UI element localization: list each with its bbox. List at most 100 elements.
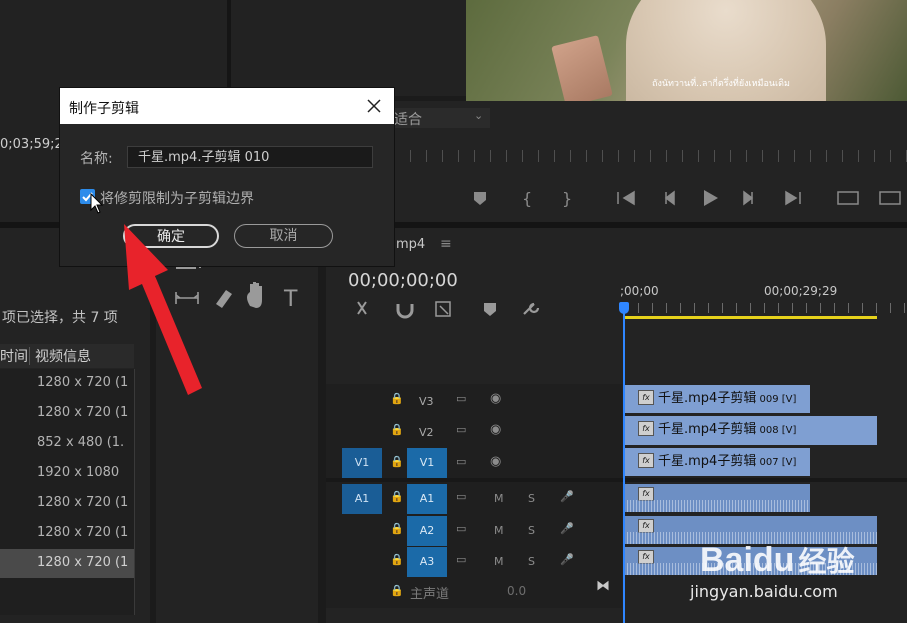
table-row-selected[interactable]: 1280 x 720 (1 bbox=[0, 549, 134, 578]
track-sync-icon[interactable]: ▭ bbox=[456, 553, 466, 566]
track-lock-icon[interactable]: 🔒 bbox=[390, 455, 404, 468]
track-lock-icon[interactable]: 🔒 bbox=[390, 522, 404, 535]
track-sync-icon[interactable]: ▭ bbox=[456, 392, 466, 405]
track-lock-icon[interactable]: 🔒 bbox=[390, 490, 404, 503]
mute-button[interactable]: M bbox=[494, 524, 504, 537]
clip-suffix: 008 [V] bbox=[756, 425, 797, 436]
playhead-line[interactable] bbox=[623, 302, 625, 623]
clip-suffix: 007 [V] bbox=[756, 457, 797, 468]
table-row[interactable]: 852 x 480 (1. bbox=[0, 429, 134, 458]
timeline-ruler-ticks[interactable] bbox=[624, 303, 907, 313]
fit-dropdown[interactable]: 适合 ⌄ bbox=[394, 108, 490, 128]
sequence-tab[interactable]: mp4 bbox=[396, 237, 425, 252]
clip-label: 千星.mp4子剪辑 008 [V] bbox=[658, 418, 796, 437]
work-area-bar[interactable] bbox=[624, 316, 877, 319]
table-cell-video-info: 1280 x 720 (1 bbox=[37, 555, 129, 570]
video-clip-v3[interactable]: fx 千星.mp4子剪辑 009 [V] bbox=[624, 385, 810, 413]
master-track-label: 主声道 bbox=[410, 587, 450, 602]
program-transport-bar: { } bbox=[474, 189, 901, 208]
track-name-v3[interactable]: V3 bbox=[419, 395, 434, 408]
clip-label: 千星.mp4子剪辑 009 [V] bbox=[658, 387, 796, 406]
track-sync-icon[interactable]: ▭ bbox=[456, 423, 466, 436]
eye-icon[interactable]: ◉ bbox=[490, 422, 501, 437]
playhead-handle[interactable] bbox=[619, 302, 629, 314]
microphone-icon[interactable]: 🎤 bbox=[560, 490, 574, 503]
fx-badge-icon: fx bbox=[638, 421, 654, 436]
program-ruler[interactable] bbox=[394, 150, 907, 162]
track-name-v2[interactable]: V2 bbox=[419, 426, 434, 439]
track-divider-line bbox=[326, 478, 907, 482]
track-target-a1[interactable]: A1 bbox=[407, 484, 447, 514]
master-track-value[interactable]: 0.0 bbox=[507, 584, 526, 598]
eye-icon[interactable]: ◉ bbox=[490, 391, 501, 406]
audio-waveform bbox=[624, 500, 810, 512]
nest-icon bbox=[357, 301, 367, 315]
audio-clip-a1[interactable]: fx bbox=[624, 484, 810, 512]
track-target-v1[interactable]: V1 bbox=[407, 448, 447, 478]
table-cell-video-info: 1280 x 720 (1 bbox=[37, 525, 129, 540]
pen-tool-icon bbox=[216, 290, 232, 308]
project-selection-status: 项已选择，共 7 项 bbox=[2, 310, 118, 326]
clip-name: 千星.mp4子剪辑 bbox=[658, 422, 757, 437]
timeline-timecode[interactable]: 00;00;00;00 bbox=[348, 270, 458, 291]
track-lock-icon[interactable]: 🔒 bbox=[390, 392, 404, 405]
microphone-icon[interactable]: 🎤 bbox=[560, 553, 574, 566]
table-row[interactable]: 1280 x 720 (1 bbox=[0, 519, 134, 548]
track-lock-icon[interactable]: 🔒 bbox=[390, 584, 404, 597]
go-to-in-icon bbox=[617, 190, 635, 206]
play-icon bbox=[704, 190, 718, 206]
go-to-end-icon[interactable]: ⧓ bbox=[596, 578, 610, 594]
table-row[interactable]: 1280 x 720 (1 bbox=[0, 399, 134, 428]
track-lock-icon[interactable]: 🔒 bbox=[390, 553, 404, 566]
annotation-arrow-icon bbox=[124, 224, 202, 395]
track-lock-icon[interactable]: 🔒 bbox=[390, 423, 404, 436]
solo-button[interactable]: S bbox=[528, 524, 535, 537]
step-forward-icon bbox=[743, 190, 754, 206]
table-row[interactable]: 1280 x 720 (1 bbox=[0, 489, 134, 518]
panel-upper-mid bbox=[231, 0, 466, 96]
mute-button[interactable]: M bbox=[494, 555, 504, 568]
mute-button[interactable]: M bbox=[494, 492, 504, 505]
snap-icon bbox=[396, 304, 414, 319]
header-divider bbox=[29, 347, 30, 365]
watermark-url: jingyan.baidu.com bbox=[690, 582, 838, 601]
solo-button[interactable]: S bbox=[528, 492, 535, 505]
step-back-icon bbox=[664, 190, 675, 206]
table-row[interactable]: 1920 x 1080 bbox=[0, 459, 134, 488]
solo-button[interactable]: S bbox=[528, 555, 535, 568]
mark-in-icon: { bbox=[522, 189, 532, 208]
clip-name: 千星.mp4子剪辑 bbox=[658, 454, 757, 469]
track-target-a3[interactable]: A3 bbox=[407, 547, 447, 577]
linked-selection-icon bbox=[435, 301, 451, 317]
restrict-trims-label: 将修剪限制为子剪辑边界 bbox=[100, 191, 254, 207]
extract-icon bbox=[879, 191, 901, 205]
go-to-out-icon bbox=[785, 190, 801, 206]
settings-wrench-icon bbox=[523, 302, 540, 315]
cancel-button[interactable]: 取消 bbox=[234, 224, 333, 248]
project-table: 1280 x 720 (1 1280 x 720 (1 852 x 480 (1… bbox=[0, 369, 135, 615]
video-clip-v2[interactable]: fx 千星.mp4子剪辑 008 [V] bbox=[624, 416, 877, 445]
type-tool-icon: T bbox=[283, 287, 298, 312]
ruler-start: ;00;00 bbox=[620, 284, 659, 298]
table-cell-video-info: 1280 x 720 (1 bbox=[37, 495, 129, 510]
mouse-cursor-icon bbox=[90, 193, 104, 214]
track-sync-icon[interactable]: ▭ bbox=[456, 490, 466, 503]
sequence-menu-icon[interactable]: ≡ bbox=[440, 236, 452, 252]
source-patch-a1[interactable]: A1 bbox=[342, 484, 382, 514]
source-patch-v1[interactable]: V1 bbox=[342, 448, 382, 478]
video-clip-v1[interactable]: fx 千星.mp4子剪辑 007 [V] bbox=[624, 448, 810, 476]
subclip-name-input[interactable]: 千星.mp4.子剪辑 010 bbox=[127, 146, 373, 168]
microphone-icon[interactable]: 🎤 bbox=[560, 522, 574, 535]
hand-tool-icon bbox=[247, 282, 262, 308]
video-book bbox=[551, 35, 613, 101]
fx-badge-icon: fx bbox=[638, 519, 654, 533]
fx-badge-icon: fx bbox=[638, 453, 654, 468]
mark-out-icon: } bbox=[562, 189, 572, 208]
track-sync-icon[interactable]: ▭ bbox=[456, 522, 466, 535]
track-sync-icon[interactable]: ▭ bbox=[456, 455, 466, 468]
track-target-a2[interactable]: A2 bbox=[407, 516, 447, 546]
header-video-info[interactable]: 视频信息 bbox=[35, 346, 91, 366]
clip-suffix: 009 [V] bbox=[756, 394, 797, 405]
eye-icon[interactable]: ◉ bbox=[490, 454, 501, 469]
close-icon[interactable] bbox=[360, 92, 388, 120]
